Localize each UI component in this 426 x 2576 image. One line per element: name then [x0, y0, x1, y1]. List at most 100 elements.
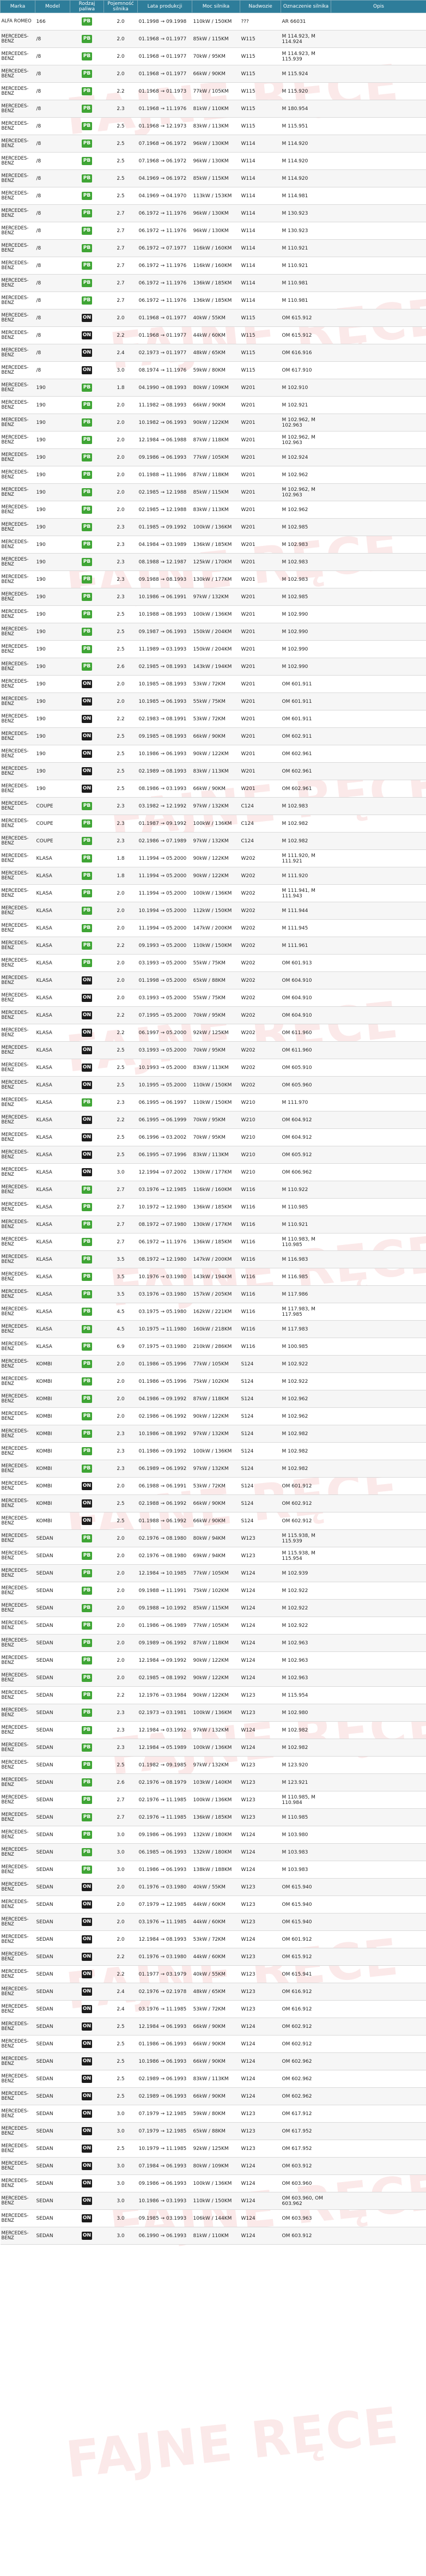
- table-row[interactable]: MERCEDES-BENZ/8 PB 2.5 07.1968 → 06.1972 96k…: [0, 152, 426, 170]
- table-row[interactable]: MERCEDES-BENZ/8 PB 2.3 01.1968 → 11.1976 81k…: [0, 100, 426, 118]
- table-row[interactable]: MERCEDES-BENZ SEDAN ON 3.0 09.1985 → 03.1993…: [0, 2209, 426, 2227]
- table-row[interactable]: MERCEDES-BENZ SEDAN ON 2.2 01.1977 → 03.1979…: [0, 1965, 426, 1983]
- table-row[interactable]: MERCEDES-BENZ KLASA ON 3.0 12.1994 → 07.2002…: [0, 1163, 426, 1181]
- table-row[interactable]: MERCEDES-BENZ SEDAN ON 2.5 12.1984 → 06.1993…: [0, 2018, 426, 2036]
- table-row[interactable]: MERCEDES-BENZ 190 PB 2.5 10.1988 → 08.1993 10…: [0, 605, 426, 623]
- table-row[interactable]: MERCEDES-BENZ SEDAN ON 2.4 03.1976 → 11.1985…: [0, 2000, 426, 2018]
- table-row[interactable]: MERCEDES-BENZ/8 PB 2.2 01.1968 → 01.1973 77k…: [0, 82, 426, 100]
- table-row[interactable]: MERCEDES-BENZ KLASA ON 2.5 10.1993 → 05.2000…: [0, 1059, 426, 1077]
- table-row[interactable]: MERCEDES-BENZ COUPE PB 2.3 02.1986 → 07.1989…: [0, 832, 426, 850]
- column-header-capacity[interactable]: Pojemność silnika: [104, 0, 138, 13]
- table-row[interactable]: MERCEDES-BENZ KLASA PB 2.0 10.1994 → 05.2000…: [0, 902, 426, 920]
- column-header-power[interactable]: Moc silnika: [192, 0, 240, 13]
- table-row[interactable]: MERCEDES-BENZ 190 PB 2.0 02.1985 → 12.1988 83…: [0, 501, 426, 519]
- table-row[interactable]: MERCEDES-BENZ KLASA PB 2.0 11.1994 → 05.2000…: [0, 884, 426, 902]
- table-row[interactable]: MERCEDES-BENZ 190 PB 2.0 12.1984 → 06.1988 87…: [0, 431, 426, 449]
- table-row[interactable]: MERCEDES-BENZ 190 PB 2.5 11.1989 → 03.1993 15…: [0, 640, 426, 658]
- table-row[interactable]: MERCEDES-BENZ/8 PB 2.7 06.1972 → 11.1976 96k…: [0, 222, 426, 240]
- table-row[interactable]: MERCEDES-BENZ KLASA ON 2.5 03.1993 → 05.2000…: [0, 1041, 426, 1059]
- table-row[interactable]: MERCEDES-BENZ 190 PB 2.3 04.1984 → 03.1989 13…: [0, 536, 426, 554]
- table-row[interactable]: MERCEDES-BENZ SEDAN PB 3.0 06.1985 → 06.1993…: [0, 1843, 426, 1861]
- table-row[interactable]: MERCEDES-BENZ 190 ON 2.5 02.1989 → 08.1993 83…: [0, 762, 426, 780]
- column-header-body[interactable]: Nadwozie: [240, 0, 281, 13]
- table-row[interactable]: MERCEDES-BENZ KLASA PB 3.5 10.1976 → 03.1980…: [0, 1268, 426, 1286]
- table-row[interactable]: MERCEDES-BENZ KOMBI ON 2.0 06.1988 → 06.1991…: [0, 1477, 426, 1495]
- table-row[interactable]: MERCEDES-BENZ SEDAN PB 2.7 02.1976 → 11.1985…: [0, 1791, 426, 1809]
- table-row[interactable]: MERCEDES-BENZ SEDAN ON 3.0 07.1979 → 12.1985…: [0, 2122, 426, 2140]
- table-row[interactable]: MERCEDES-BENZ 190 PB 2.0 01.1988 → 11.1986 87…: [0, 466, 426, 484]
- table-row[interactable]: MERCEDES-BENZ KOMBI PB 2.0 04.1986 → 09.1992…: [0, 1390, 426, 1408]
- table-row[interactable]: MERCEDES-BENZ KOMBI ON 2.5 02.1988 → 06.1992…: [0, 1494, 426, 1512]
- table-row[interactable]: MERCEDES-BENZ COUPE PB 2.3 03.1982 → 12.1992…: [0, 797, 426, 815]
- table-row[interactable]: MERCEDES-BENZ KLASA PB 2.7 03.1976 → 12.1985…: [0, 1181, 426, 1199]
- column-header-model[interactable]: Model: [35, 0, 70, 13]
- table-row[interactable]: MERCEDES-BENZ/8 PB 2.7 06.1972 → 11.1976 136…: [0, 291, 426, 309]
- table-row[interactable]: MERCEDES-BENZ SEDAN ON 3.0 06.1990 → 06.1993…: [0, 2227, 426, 2245]
- table-row[interactable]: MERCEDES-BENZ KLASA PB 2.2 09.1993 → 05.2000…: [0, 937, 426, 955]
- table-row[interactable]: MERCEDES-BENZ SEDAN PB 2.5 01.1982 → 09.1985…: [0, 1756, 426, 1774]
- column-header-description[interactable]: Opis: [331, 0, 426, 13]
- table-row[interactable]: MERCEDES-BENZ/8 ON 3.0 08.1974 → 11.1976 59k…: [0, 361, 426, 379]
- table-row[interactable]: MERCEDES-BENZ KOMBI PB 2.0 01.1986 → 05.1996…: [0, 1372, 426, 1390]
- table-row[interactable]: MERCEDES-BENZ SEDAN ON 3.0 09.1986 → 06.1993…: [0, 2174, 426, 2192]
- table-row[interactable]: ALFA ROMEO 166 PB 2.0 01.1998 → 09.1998 110kW…: [0, 13, 426, 31]
- table-row[interactable]: MERCEDES-BENZ KLASA ON 2.0 03.1993 → 05.2000…: [0, 989, 426, 1007]
- table-row[interactable]: MERCEDES-BENZ KLASA PB 3.5 08.1972 → 12.1980…: [0, 1250, 426, 1268]
- table-row[interactable]: MERCEDES-BENZ/8 PB 2.0 01.1968 → 01.1977 70k…: [0, 47, 426, 65]
- table-row[interactable]: MERCEDES-BENZ SEDAN ON 2.0 12.1984 → 08.1993…: [0, 1930, 426, 1948]
- table-row[interactable]: MERCEDES-BENZ SEDAN ON 2.0 01.1976 → 03.1980…: [0, 1878, 426, 1896]
- table-row[interactable]: MERCEDES-BENZ/8 PB 2.5 04.1969 → 06.1972 85k…: [0, 169, 426, 187]
- table-row[interactable]: MERCEDES-BENZ KLASA PB 2.7 06.1972 → 11.1976…: [0, 1233, 426, 1251]
- table-row[interactable]: MERCEDES-BENZ/8 ON 2.4 02.1973 → 01.1977 48k…: [0, 344, 426, 362]
- table-row[interactable]: MERCEDES-BENZ/8 ON 2.2 01.1968 → 01.1977 44k…: [0, 326, 426, 344]
- table-row[interactable]: MERCEDES-BENZ SEDAN PB 2.0 02.1976 → 08.1980…: [0, 1529, 426, 1547]
- table-row[interactable]: MERCEDES-BENZ SEDAN ON 2.5 10.1979 → 11.1985…: [0, 2140, 426, 2158]
- table-row[interactable]: MERCEDES-BENZ KLASA PB 2.0 03.1993 → 05.2000…: [0, 954, 426, 972]
- table-row[interactable]: MERCEDES-BENZ KLASA ON 2.5 06.1996 → 03.2002…: [0, 1128, 426, 1146]
- table-row[interactable]: MERCEDES-BENZ 190 ON 2.5 10.1986 → 06.1993 90…: [0, 745, 426, 763]
- table-row[interactable]: MERCEDES-BENZ KLASA PB 2.7 10.1972 → 12.1980…: [0, 1198, 426, 1216]
- table-row[interactable]: MERCEDES-BENZ KLASA PB 2.7 08.1972 → 07.1980…: [0, 1216, 426, 1234]
- table-row[interactable]: MERCEDES-BENZ SEDAN PB 2.2 12.1976 → 03.1984…: [0, 1686, 426, 1704]
- table-row[interactable]: MERCEDES-BENZ SEDAN PB 2.0 01.1986 → 06.1989…: [0, 1617, 426, 1635]
- column-header-marka[interactable]: Marka: [0, 0, 35, 13]
- table-row[interactable]: MERCEDES-BENZ KLASA ON 2.2 07.1995 → 05.2000…: [0, 1006, 426, 1024]
- table-row[interactable]: MERCEDES-BENZ 190 PB 2.0 10.1982 → 06.1993 90…: [0, 414, 426, 432]
- table-row[interactable]: MERCEDES-BENZ 190 PB 2.3 10.1986 → 06.1991 97…: [0, 588, 426, 606]
- table-row[interactable]: MERCEDES-BENZ KLASA ON 2.2 06.1997 → 05.2000…: [0, 1024, 426, 1042]
- table-row[interactable]: MERCEDES-BENZ SEDAN PB 2.0 02.1985 → 08.1992…: [0, 1669, 426, 1687]
- table-row[interactable]: MERCEDES-BENZ KOMBI PB 2.3 01.1986 → 09.1992…: [0, 1442, 426, 1460]
- table-row[interactable]: MERCEDES-BENZ/8 PB 2.7 06.1972 → 11.1976 136…: [0, 274, 426, 292]
- table-row[interactable]: MERCEDES-BENZ 190 ON 2.5 08.1986 → 03.1993 66…: [0, 780, 426, 798]
- table-row[interactable]: MERCEDES-BENZ SEDAN ON 3.0 10.1986 → 03.1993…: [0, 2192, 426, 2210]
- table-row[interactable]: MERCEDES-BENZ SEDAN PB 3.0 09.1986 → 06.1993…: [0, 1826, 426, 1844]
- column-header-engine-code[interactable]: Oznaczenie silnika: [281, 0, 331, 13]
- table-row[interactable]: MERCEDES-BENZ SEDAN ON 2.5 01.1986 → 06.1993…: [0, 2035, 426, 2053]
- table-row[interactable]: MERCEDES-BENZ 190 PB 2.6 02.1985 → 08.1993 14…: [0, 658, 426, 676]
- table-row[interactable]: MERCEDES-BENZ 190 PB 1.8 04.1990 → 08.1993 80…: [0, 379, 426, 397]
- table-row[interactable]: MERCEDES-BENZ/8 ON 2.0 01.1968 → 01.1977 40k…: [0, 309, 426, 327]
- table-row[interactable]: MERCEDES-BENZ 190 PB 2.3 09.1988 → 08.1993 13…: [0, 570, 426, 588]
- table-row[interactable]: MERCEDES-BENZ 190 PB 2.0 02.1985 → 12.1988 85…: [0, 483, 426, 501]
- table-row[interactable]: MERCEDES-BENZ KLASA ON 2.5 06.1995 → 07.1996…: [0, 1146, 426, 1164]
- table-row[interactable]: MERCEDES-BENZ KLASA PB 2.0 11.1994 → 05.2000…: [0, 919, 426, 937]
- table-row[interactable]: MERCEDES-BENZ KLASA ON 2.5 10.1995 → 05.2000…: [0, 1076, 426, 1094]
- table-row[interactable]: MERCEDES-BENZ KOMBI ON 2.5 01.1988 → 06.1992…: [0, 1512, 426, 1530]
- table-row[interactable]: MERCEDES-BENZ 190 ON 2.0 10.1985 → 08.1993 53…: [0, 675, 426, 693]
- table-row[interactable]: MERCEDES-BENZ KLASA ON 2.0 01.1998 → 05.2000…: [0, 971, 426, 989]
- table-row[interactable]: MERCEDES-BENZ SEDAN PB 2.0 09.1988 → 10.1992…: [0, 1599, 426, 1617]
- table-row[interactable]: MERCEDES-BENZ SEDAN PB 3.0 01.1986 → 06.1993…: [0, 1861, 426, 1879]
- table-row[interactable]: MERCEDES-BENZ KLASA PB 1.8 11.1994 → 05.2000…: [0, 867, 426, 885]
- table-row[interactable]: MERCEDES-BENZ 190 ON 2.0 10.1985 → 06.1993 55…: [0, 692, 426, 710]
- table-row[interactable]: MERCEDES-BENZ 190 PB 2.3 08.1988 → 12.1987 12…: [0, 553, 426, 571]
- table-row[interactable]: MERCEDES-BENZ SEDAN PB 2.3 02.1973 → 03.1981…: [0, 1704, 426, 1722]
- table-row[interactable]: MERCEDES-BENZ COUPE PB 2.3 01.1987 → 09.1992…: [0, 815, 426, 833]
- table-row[interactable]: MERCEDES-BENZ/8 PB 2.5 01.1968 → 12.1973 83k…: [0, 117, 426, 135]
- table-row[interactable]: MERCEDES-BENZ SEDAN ON 2.5 02.1989 → 06.1993…: [0, 2070, 426, 2088]
- table-row[interactable]: MERCEDES-BENZ SEDAN PB 2.0 12.1984 → 10.1985…: [0, 1564, 426, 1582]
- table-row[interactable]: MERCEDES-BENZ KOMBI PB 2.0 02.1986 → 06.1992…: [0, 1407, 426, 1425]
- table-row[interactable]: MERCEDES-BENZ/8 PB 2.0 01.1968 → 01.1977 85k…: [0, 30, 426, 48]
- table-row[interactable]: MERCEDES-BENZ SEDAN PB 2.0 09.1989 → 06.1992…: [0, 1634, 426, 1652]
- table-row[interactable]: MERCEDES-BENZ KLASA PB 3.5 03.1976 → 03.1980…: [0, 1285, 426, 1303]
- table-row[interactable]: MERCEDES-BENZ KOMBI PB 2.3 06.1989 → 06.1992…: [0, 1460, 426, 1478]
